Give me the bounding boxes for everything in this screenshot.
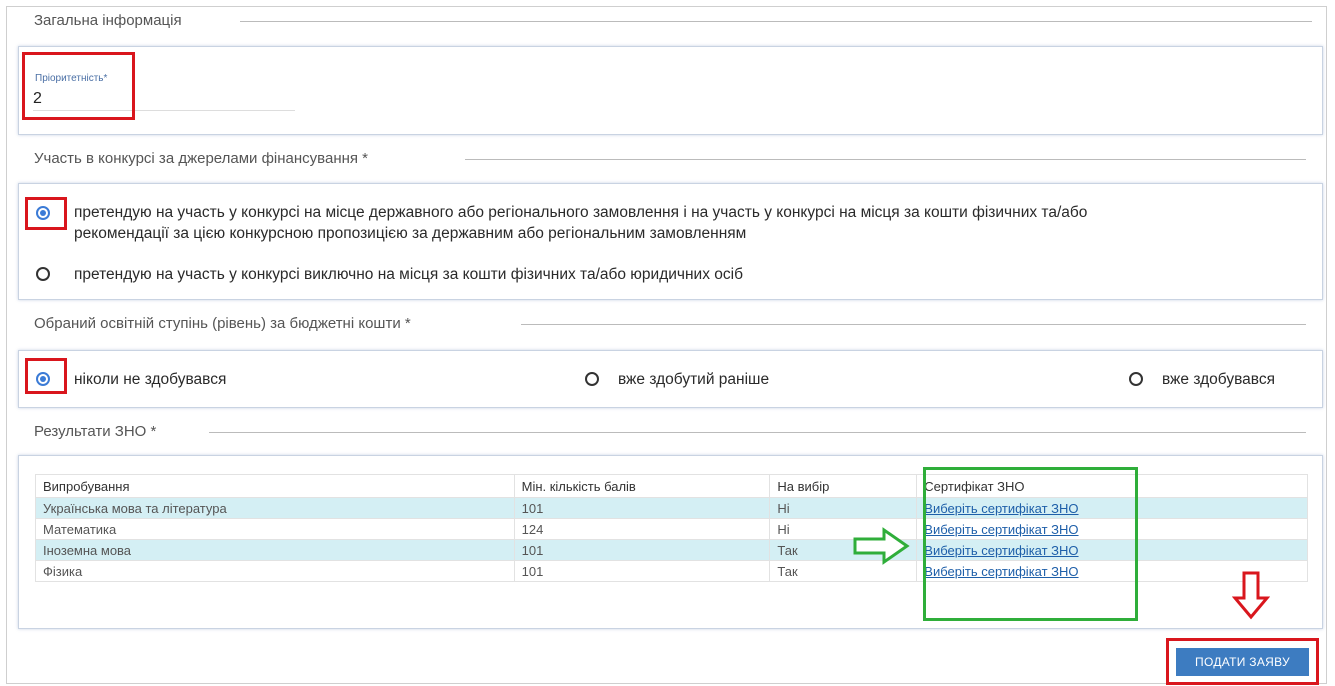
funding-legend: Участь в конкурсі за джерелами фінансува… (34, 150, 369, 167)
degree-option-earlier[interactable]: вже здобутий раніше (618, 369, 769, 390)
subject-cell: Українська мова та література (35, 497, 515, 519)
funding-option-2[interactable]: претендую на участь у конкурсі виключно … (74, 264, 743, 285)
min-score-cell: 101 (513, 539, 771, 561)
degree-radio-earlier[interactable] (585, 372, 599, 386)
certificate-highlight (923, 467, 1138, 621)
legend-divider (465, 159, 1306, 160)
funding-highlight (25, 197, 67, 230)
optional-cell: Ні (769, 497, 918, 519)
submit-application-button[interactable]: ПОДАТИ ЗАЯВУ (1176, 648, 1309, 676)
subject-cell: Фізика (35, 560, 515, 582)
degree-option-never[interactable]: ніколи не здобувався (74, 369, 226, 390)
funding-option-1-line1: претендую на участь у конкурсі на місце … (74, 204, 1088, 221)
funding-option-1-line2: рекомендації за цією конкурсною пропозиц… (74, 225, 747, 242)
legend-divider (521, 324, 1306, 325)
funding-radio-2[interactable] (36, 267, 50, 281)
column-header: Мін. кількість балів (513, 474, 771, 498)
min-score-cell: 101 (513, 497, 771, 519)
min-score-cell: 124 (513, 518, 771, 540)
funding-option-1[interactable]: претендую на участь у конкурсі на місце … (74, 202, 1314, 244)
legend-divider (240, 21, 1312, 22)
degree-legend: Обраний освітній ступінь (рівень) за бюд… (34, 315, 411, 332)
arrow-down-icon (1232, 571, 1270, 620)
priority-highlight (22, 52, 135, 120)
legend-divider (209, 432, 1306, 433)
min-score-cell: 101 (513, 560, 771, 582)
arrow-right-icon (853, 527, 910, 565)
column-header: Випробування (35, 474, 515, 498)
degree-highlight (25, 358, 67, 394)
zno-legend: Результати ЗНО * (34, 423, 157, 440)
column-header: На вибір (769, 474, 918, 498)
degree-radio-obtained[interactable] (1129, 372, 1143, 386)
subject-cell: Іноземна мова (35, 539, 515, 561)
degree-option-obtained[interactable]: вже здобувався (1162, 369, 1275, 390)
subject-cell: Математика (35, 518, 515, 540)
general-legend: Загальна інформація (34, 12, 182, 29)
